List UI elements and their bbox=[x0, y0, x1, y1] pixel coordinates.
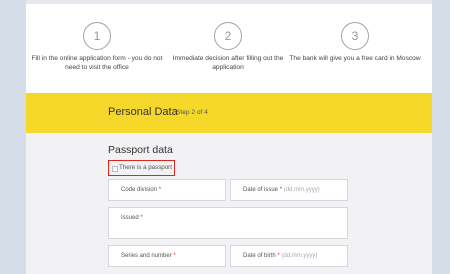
series-and-number-field[interactable]: Series and number * bbox=[108, 245, 226, 267]
step-description: The bank will give you a free card in Mo… bbox=[289, 55, 421, 62]
passport-checkbox-label[interactable]: There is a passport bbox=[119, 164, 172, 171]
passport-checkbox[interactable] bbox=[112, 166, 118, 172]
issued-field[interactable]: Issued * bbox=[108, 207, 348, 239]
passport-form: Passport data There is a passport Code d… bbox=[26, 133, 432, 274]
step-description: Fill in the online application form - yo… bbox=[31, 55, 163, 71]
passport-checkbox-highlight[interactable]: There is a passport bbox=[108, 160, 175, 176]
step-description: Immediate decision after filling out the… bbox=[172, 55, 284, 71]
code-division-field[interactable]: Code division * bbox=[108, 179, 226, 201]
step-number-circle: 3 bbox=[341, 22, 369, 50]
section-header-band: Personal Data Step 2 of 4 bbox=[26, 93, 432, 133]
field-label: Issued * bbox=[121, 215, 143, 221]
field-label: Date of birth * (dd.mm.yyyy) bbox=[243, 253, 318, 259]
field-label: Date of issue * (dd.mm.yyyy) bbox=[243, 187, 320, 193]
step-3: 3 The bank will give you a free card in … bbox=[285, 22, 425, 64]
field-label: Series and number * bbox=[121, 253, 176, 259]
step-number-circle: 1 bbox=[83, 22, 111, 50]
top-divider bbox=[26, 0, 432, 4]
application-page: 1 Fill in the online application form - … bbox=[26, 0, 432, 274]
step-indicator: Step 2 of 4 bbox=[176, 109, 208, 116]
process-steps: 1 Fill in the online application form - … bbox=[26, 22, 432, 82]
step-number-circle: 2 bbox=[214, 22, 242, 50]
date-of-issue-field[interactable]: Date of issue * (dd.mm.yyyy) bbox=[230, 179, 348, 201]
field-label: Code division * bbox=[121, 187, 162, 193]
date-of-birth-field[interactable]: Date of birth * (dd.mm.yyyy) bbox=[230, 245, 348, 267]
step-1: 1 Fill in the online application form - … bbox=[27, 22, 167, 72]
passport-section-title: Passport data bbox=[108, 144, 173, 156]
section-title: Personal Data bbox=[108, 106, 178, 118]
step-2: 2 Immediate decision after filling out t… bbox=[158, 22, 298, 72]
